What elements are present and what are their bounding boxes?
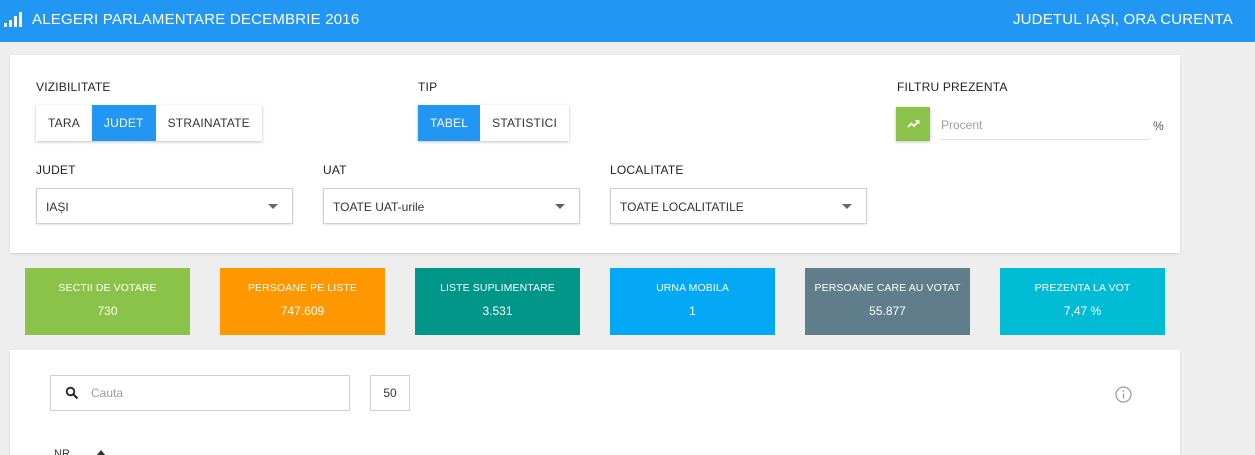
stat-title: PREZENTA LA VOT xyxy=(1034,282,1131,294)
trending-up-icon xyxy=(907,120,920,128)
search-box xyxy=(50,375,350,411)
presence-percent-input[interactable] xyxy=(940,110,1150,140)
app-title: ALEGERI PARLAMENTARE DECEMBRIE 2016 xyxy=(32,11,360,28)
stat-tile-urna-mobila: URNA MOBILA 1 xyxy=(610,268,775,335)
percent-unit: % xyxy=(1153,119,1164,133)
stat-title: PERSOANE CARE AU VOTAT xyxy=(814,282,961,294)
stat-value: 730 xyxy=(97,304,118,318)
stat-title: LISTE SUPLIMENTARE xyxy=(440,282,555,294)
locality-label: LOCALITATE xyxy=(610,163,684,177)
county-time-label: JUDETUL IAȘI, ORA CURENTA xyxy=(1012,11,1233,28)
column-header-nr[interactable]: NR xyxy=(54,448,70,455)
search-input[interactable] xyxy=(91,384,341,402)
type-label: TIP xyxy=(418,80,438,94)
stat-value: 55.877 xyxy=(869,304,906,318)
stat-tile-prezenta: PREZENTA LA VOT 7,47 % xyxy=(1000,268,1165,335)
stat-value: 1 xyxy=(689,304,696,318)
visibility-option-judet[interactable]: JUDET xyxy=(91,105,156,141)
stat-tile-liste-suplimentare: LISTE SUPLIMENTARE 3.531 xyxy=(415,268,580,335)
table-panel: 50 NR xyxy=(10,350,1180,455)
uat-select[interactable]: TOATE UAT-urile xyxy=(323,188,580,224)
stat-tile-sectii: SECTII DE VOTARE 730 xyxy=(25,268,190,335)
stat-value: 747.609 xyxy=(280,304,325,318)
sort-ascending-icon[interactable] xyxy=(96,450,106,455)
chevron-down-icon xyxy=(842,204,852,209)
locality-select-value: TOATE LOCALITATILE xyxy=(620,200,744,214)
type-option-tabel[interactable]: TABEL xyxy=(418,105,481,141)
stat-title: PERSOANE PE LISTE xyxy=(247,282,358,294)
filters-panel: VIZIBILITATE TARA JUDET STRAINATATE TIP … xyxy=(10,55,1180,253)
uat-label: UAT xyxy=(323,163,347,177)
presence-filter-label: FILTRU PREZENTA xyxy=(897,80,1008,94)
stat-value: 7,47 % xyxy=(1063,304,1102,318)
presence-filter-button[interactable] xyxy=(896,107,930,141)
chevron-down-icon xyxy=(268,204,278,209)
visibility-option-strainatate[interactable]: STRAINATATE xyxy=(156,105,262,141)
county-select[interactable]: IAȘI xyxy=(36,188,293,224)
stat-title: SECTII DE VOTARE xyxy=(58,282,157,294)
bar-chart-icon xyxy=(4,12,22,27)
county-label: JUDET xyxy=(36,163,76,177)
county-select-value: IAȘI xyxy=(46,200,69,214)
stat-tile-persoane-liste: PERSOANE PE LISTE 747.609 xyxy=(220,268,385,335)
type-option-statistici[interactable]: STATISTICI xyxy=(480,105,569,141)
visibility-toggle: TARA JUDET STRAINATATE xyxy=(36,105,262,141)
locality-select[interactable]: TOATE LOCALITATILE xyxy=(610,188,867,224)
search-icon xyxy=(65,386,79,400)
page-size-select[interactable]: 50 xyxy=(370,375,410,411)
info-icon[interactable] xyxy=(1115,386,1132,403)
visibility-label: VIZIBILITATE xyxy=(36,80,111,94)
visibility-option-tara[interactable]: TARA xyxy=(36,105,92,141)
type-toggle: TABEL STATISTICI xyxy=(418,105,570,141)
stat-title: URNA MOBILA xyxy=(656,282,729,294)
chevron-down-icon xyxy=(555,204,565,209)
uat-select-value: TOATE UAT-urile xyxy=(333,200,425,214)
stat-tile-persoane-votat: PERSOANE CARE AU VOTAT 55.877 xyxy=(805,268,970,335)
stat-value: 3.531 xyxy=(482,304,513,318)
top-bar: ALEGERI PARLAMENTARE DECEMBRIE 2016 JUDE… xyxy=(0,0,1255,42)
